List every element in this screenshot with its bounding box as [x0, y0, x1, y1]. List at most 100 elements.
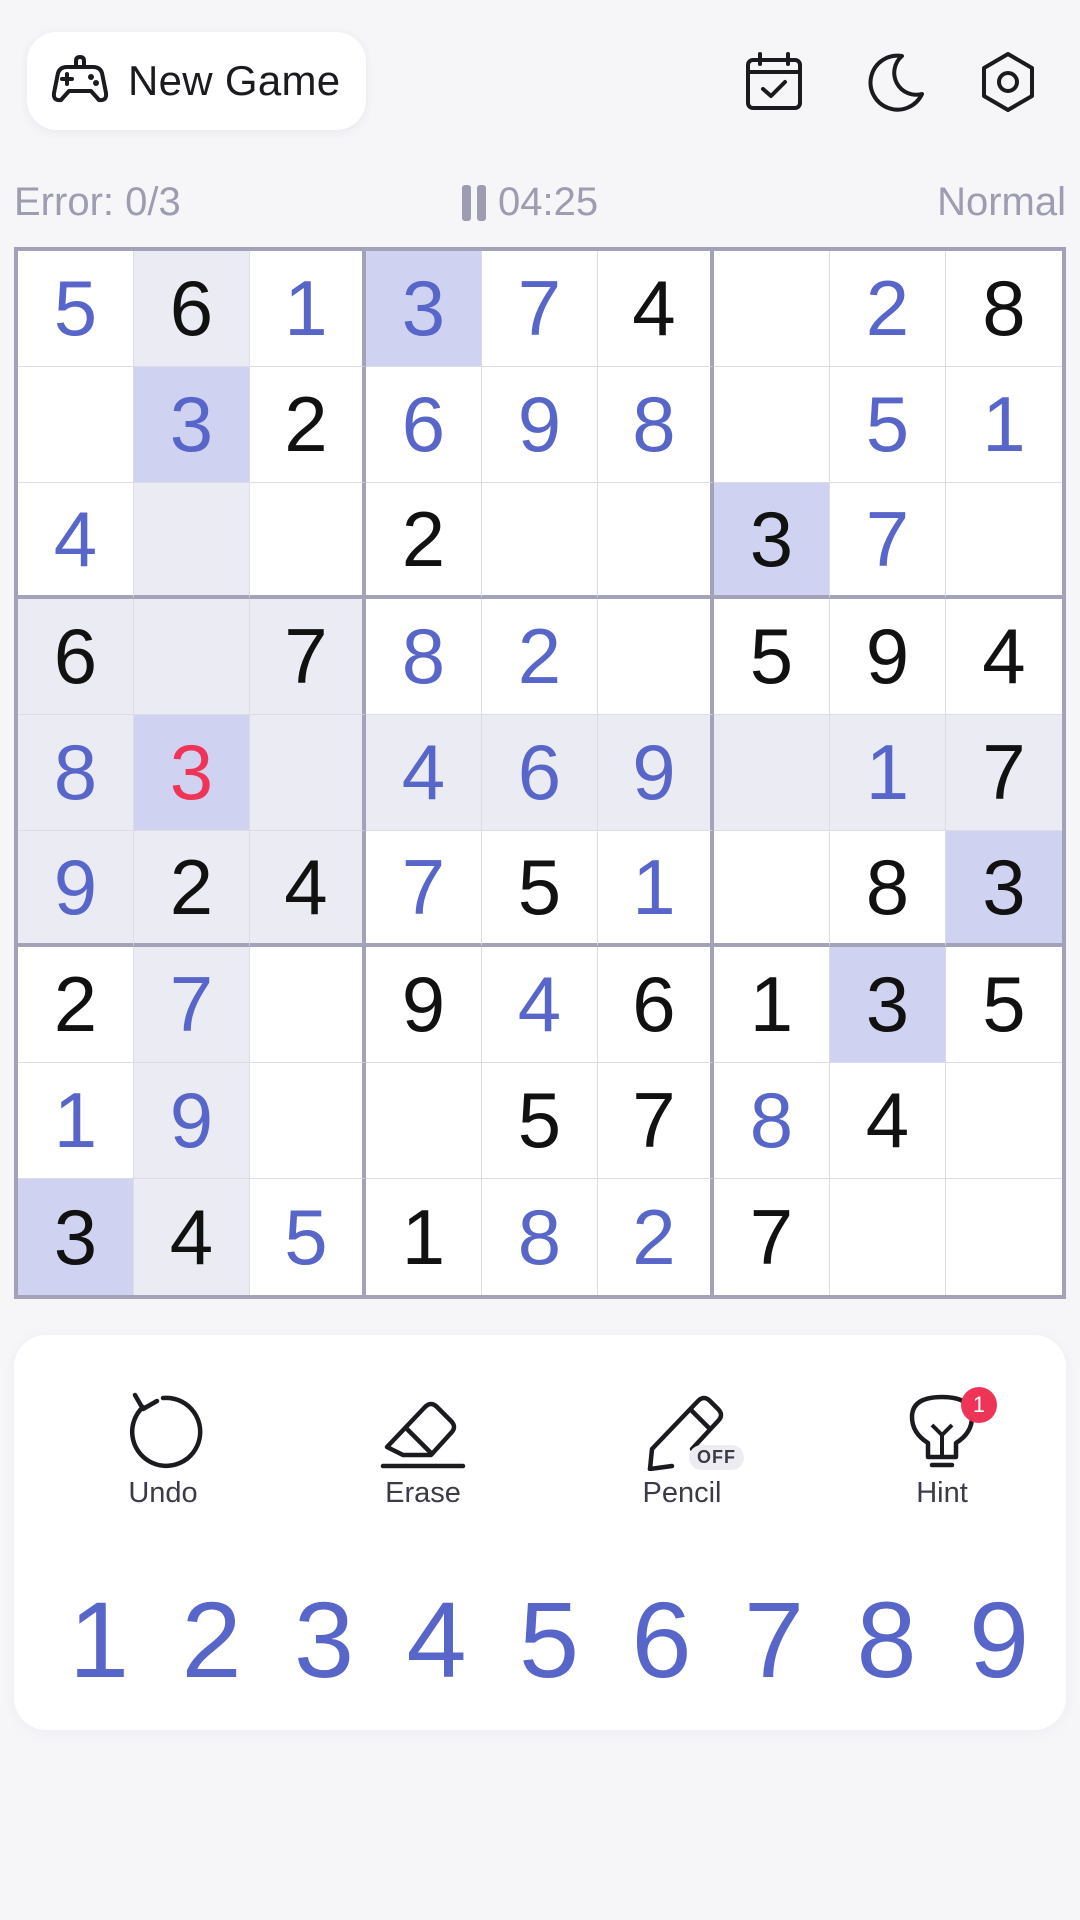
numpad-button-8[interactable]: 8: [842, 1575, 932, 1705]
board-cell-r2-c9[interactable]: 1: [946, 367, 1062, 483]
board-cell-r5-c1[interactable]: 8: [18, 715, 134, 831]
board-cell-r4-c7[interactable]: 5: [714, 599, 830, 715]
board-cell-r1-c7[interactable]: [714, 251, 830, 367]
board-cell-r4-c3[interactable]: 7: [250, 599, 366, 715]
board-cell-r8-c2[interactable]: 9: [134, 1063, 250, 1179]
numpad-button-7[interactable]: 7: [729, 1575, 819, 1705]
numpad-button-4[interactable]: 4: [392, 1575, 482, 1705]
daily-challenge-calendar-icon[interactable]: [742, 50, 806, 114]
board-cell-r5-c2[interactable]: 3: [134, 715, 250, 831]
board-cell-r3-c4[interactable]: 2: [366, 483, 482, 599]
board-cell-r6-c9[interactable]: 3: [946, 831, 1062, 947]
board-cell-r7-c4[interactable]: 9: [366, 947, 482, 1063]
board-cell-r2-c5[interactable]: 9: [482, 367, 598, 483]
erase-button[interactable]: Erase: [348, 1387, 498, 1517]
board-cell-r9-c3[interactable]: 5: [250, 1179, 366, 1295]
board-cell-r2-c1[interactable]: [18, 367, 134, 483]
board-cell-r5-c8[interactable]: 1: [830, 715, 946, 831]
board-cell-r6-c7[interactable]: [714, 831, 830, 947]
numpad-button-5[interactable]: 5: [504, 1575, 594, 1705]
board-cell-r9-c2[interactable]: 4: [134, 1179, 250, 1295]
board-cell-r3-c9[interactable]: [946, 483, 1062, 599]
board-cell-r1-c8[interactable]: 2: [830, 251, 946, 367]
board-cell-r1-c4[interactable]: 3: [366, 251, 482, 367]
board-cell-r8-c4[interactable]: [366, 1063, 482, 1179]
board-cell-r3-c1[interactable]: 4: [18, 483, 134, 599]
board-cell-r4-c9[interactable]: 4: [946, 599, 1062, 715]
board-cell-r3-c7[interactable]: 3: [714, 483, 830, 599]
top-bar: New Game: [0, 0, 1080, 150]
board-cell-r5-c3[interactable]: [250, 715, 366, 831]
board-cell-r3-c3[interactable]: [250, 483, 366, 599]
undo-button[interactable]: Undo: [88, 1387, 238, 1517]
numpad-button-2[interactable]: 2: [167, 1575, 257, 1705]
hint-button[interactable]: 1 Hint: [867, 1387, 1017, 1517]
numpad-button-3[interactable]: 3: [279, 1575, 369, 1705]
board-cell-r5-c9[interactable]: 7: [946, 715, 1062, 831]
new-game-button[interactable]: New Game: [27, 32, 366, 130]
board-cell-r8-c5[interactable]: 5: [482, 1063, 598, 1179]
board-cell-r7-c7[interactable]: 1: [714, 947, 830, 1063]
board-cell-r3-c6[interactable]: [598, 483, 714, 599]
board-cell-r2-c3[interactable]: 2: [250, 367, 366, 483]
board-cell-r3-c8[interactable]: 7: [830, 483, 946, 599]
board-cell-r4-c4[interactable]: 8: [366, 599, 482, 715]
board-cell-r5-c4[interactable]: 4: [366, 715, 482, 831]
board-cell-r3-c5[interactable]: [482, 483, 598, 599]
board-cell-r6-c2[interactable]: 2: [134, 831, 250, 947]
board-cell-r7-c6[interactable]: 6: [598, 947, 714, 1063]
board-cell-r7-c3[interactable]: [250, 947, 366, 1063]
board-cell-r9-c9[interactable]: [946, 1179, 1062, 1295]
board-cell-r1-c2[interactable]: 6: [134, 251, 250, 367]
settings-gear-icon[interactable]: [976, 50, 1040, 114]
board-cell-r2-c4[interactable]: 6: [366, 367, 482, 483]
board-cell-r6-c5[interactable]: 5: [482, 831, 598, 947]
board-cell-r1-c6[interactable]: 4: [598, 251, 714, 367]
board-cell-r2-c2[interactable]: 3: [134, 367, 250, 483]
board-cell-r8-c1[interactable]: 1: [18, 1063, 134, 1179]
board-cell-r8-c6[interactable]: 7: [598, 1063, 714, 1179]
board-cell-r7-c2[interactable]: 7: [134, 947, 250, 1063]
board-cell-r8-c3[interactable]: [250, 1063, 366, 1179]
board-cell-r6-c4[interactable]: 7: [366, 831, 482, 947]
board-cell-r9-c1[interactable]: 3: [18, 1179, 134, 1295]
board-cell-r6-c1[interactable]: 9: [18, 831, 134, 947]
board-cell-r5-c7[interactable]: [714, 715, 830, 831]
board-cell-r1-c1[interactable]: 5: [18, 251, 134, 367]
board-cell-r4-c5[interactable]: 2: [482, 599, 598, 715]
pause-icon[interactable]: [462, 184, 492, 221]
board-cell-r7-c8[interactable]: 3: [830, 947, 946, 1063]
board-cell-r9-c6[interactable]: 2: [598, 1179, 714, 1295]
numpad-button-1[interactable]: 1: [54, 1575, 144, 1705]
board-cell-r6-c3[interactable]: 4: [250, 831, 366, 947]
board-cell-r9-c4[interactable]: 1: [366, 1179, 482, 1295]
board-cell-r8-c9[interactable]: [946, 1063, 1062, 1179]
board-cell-r9-c8[interactable]: [830, 1179, 946, 1295]
board-cell-r6-c8[interactable]: 8: [830, 831, 946, 947]
board-cell-r1-c9[interactable]: 8: [946, 251, 1062, 367]
board-cell-r6-c6[interactable]: 1: [598, 831, 714, 947]
board-cell-r1-c5[interactable]: 7: [482, 251, 598, 367]
board-cell-r2-c8[interactable]: 5: [830, 367, 946, 483]
board-cell-r3-c2[interactable]: [134, 483, 250, 599]
board-cell-r8-c8[interactable]: 4: [830, 1063, 946, 1179]
dark-mode-moon-icon[interactable]: [862, 50, 926, 114]
board-cell-r4-c2[interactable]: [134, 599, 250, 715]
board-cell-r2-c6[interactable]: 8: [598, 367, 714, 483]
board-cell-r2-c7[interactable]: [714, 367, 830, 483]
board-cell-r9-c5[interactable]: 8: [482, 1179, 598, 1295]
board-cell-r4-c1[interactable]: 6: [18, 599, 134, 715]
board-cell-r5-c6[interactable]: 9: [598, 715, 714, 831]
numpad-button-9[interactable]: 9: [954, 1575, 1044, 1705]
board-cell-r7-c1[interactable]: 2: [18, 947, 134, 1063]
board-cell-r7-c9[interactable]: 5: [946, 947, 1062, 1063]
board-cell-r7-c5[interactable]: 4: [482, 947, 598, 1063]
board-cell-r4-c8[interactable]: 9: [830, 599, 946, 715]
board-cell-r1-c3[interactable]: 1: [250, 251, 366, 367]
board-cell-r4-c6[interactable]: [598, 599, 714, 715]
board-cell-r9-c7[interactable]: 7: [714, 1179, 830, 1295]
board-cell-r8-c7[interactable]: 8: [714, 1063, 830, 1179]
pencil-toggle[interactable]: OFF Pencil: [607, 1387, 757, 1517]
numpad-button-6[interactable]: 6: [617, 1575, 707, 1705]
board-cell-r5-c5[interactable]: 6: [482, 715, 598, 831]
